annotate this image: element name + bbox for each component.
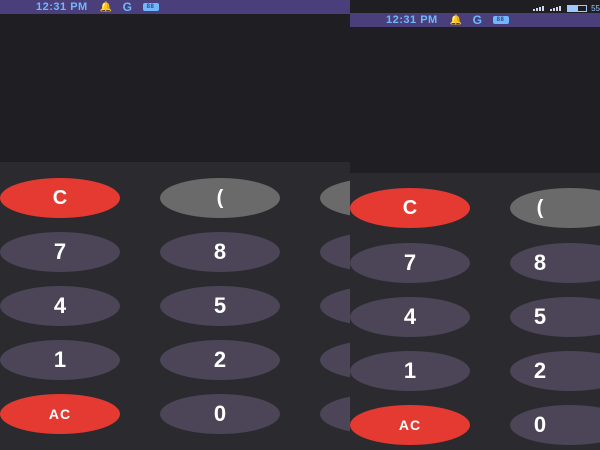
digit-5-button[interactable]: 5 (510, 297, 600, 337)
network-type-label: G (122, 0, 133, 14)
partial-key-right[interactable] (320, 286, 350, 326)
clear-button-label: C (402, 196, 418, 219)
all-clear-label: AC (398, 417, 422, 433)
battery-percent: 55 (591, 4, 600, 13)
all-clear-button[interactable]: AC (0, 394, 120, 434)
open-paren-button[interactable]: ( (510, 188, 600, 228)
digit-2-label: 2 (533, 358, 547, 383)
all-clear-label: AC (48, 406, 72, 422)
keypad: C ( 7 8 4 5 1 2 AC 0 (0, 162, 350, 450)
display-area (350, 27, 600, 173)
digit-7-button[interactable]: 7 (350, 243, 470, 283)
status-bar: 12:31 PM 🔔 G 88 (0, 0, 350, 14)
digit-0-button[interactable]: 0 (510, 405, 600, 445)
partial-key-right[interactable] (320, 178, 350, 218)
digit-4-label: 4 (53, 293, 67, 318)
digit-0-label: 0 (213, 401, 227, 426)
digit-7-button[interactable]: 7 (0, 232, 120, 272)
clear-button[interactable]: C (0, 178, 120, 218)
partial-key-right[interactable] (320, 394, 350, 434)
status-time: 12:31 PM (386, 14, 438, 26)
digit-1-button[interactable]: 1 (350, 351, 470, 391)
status-time: 12:31 PM (36, 1, 88, 13)
all-clear-button[interactable]: AC (350, 405, 470, 445)
partial-key-right[interactable] (320, 232, 350, 272)
notification-badge: 88 (492, 16, 509, 24)
display-area (0, 14, 350, 162)
clear-button[interactable]: C (350, 188, 470, 228)
battery-icon (567, 5, 588, 12)
digit-5-label: 5 (533, 304, 547, 329)
bell-icon: 🔔 (449, 14, 463, 26)
digit-1-label: 1 (403, 358, 417, 383)
status-bar: 12:31 PM 🔔 G 88 (350, 13, 600, 27)
digit-0-label: 0 (533, 412, 547, 437)
clear-button-label: C (52, 186, 68, 209)
digit-4-button[interactable]: 4 (0, 286, 120, 326)
digit-4-button[interactable]: 4 (350, 297, 470, 337)
calculator-screen-left: 12:31 PM 🔔 G 88 C ( 7 8 4 5 1 2 AC 0 (0, 0, 350, 450)
signal-icon (533, 6, 545, 11)
digit-2-button[interactable]: 2 (160, 340, 280, 380)
digit-1-label: 1 (53, 347, 67, 372)
digit-1-button[interactable]: 1 (0, 340, 120, 380)
notification-badge: 88 (142, 3, 159, 11)
bell-icon: 🔔 (99, 1, 113, 13)
open-paren-button[interactable]: ( (160, 178, 280, 218)
digit-4-label: 4 (403, 304, 417, 329)
network-type-label: G (472, 13, 483, 27)
digit-5-label: 5 (213, 293, 227, 318)
partial-key-right[interactable] (320, 340, 350, 380)
digit-8-button[interactable]: 8 (160, 232, 280, 272)
open-paren-label: ( (536, 196, 544, 219)
digit-8-button[interactable]: 8 (510, 243, 600, 283)
signal-row: 55 (350, 4, 600, 13)
digit-7-label: 7 (403, 250, 417, 275)
digit-2-label: 2 (213, 347, 227, 372)
digit-0-button[interactable]: 0 (160, 394, 280, 434)
digit-8-label: 8 (533, 250, 547, 275)
signal-icon (550, 6, 562, 11)
calculator-screen-right: 12:31 PM 🔔 G 88 C ( 7 8 4 5 1 2 AC 0 (350, 13, 600, 450)
digit-8-label: 8 (213, 239, 227, 264)
digit-5-button[interactable]: 5 (160, 286, 280, 326)
digit-7-label: 7 (53, 239, 67, 264)
keypad: C ( 7 8 4 5 1 2 AC 0 (350, 173, 600, 450)
digit-2-button[interactable]: 2 (510, 351, 600, 391)
open-paren-label: ( (216, 186, 224, 209)
